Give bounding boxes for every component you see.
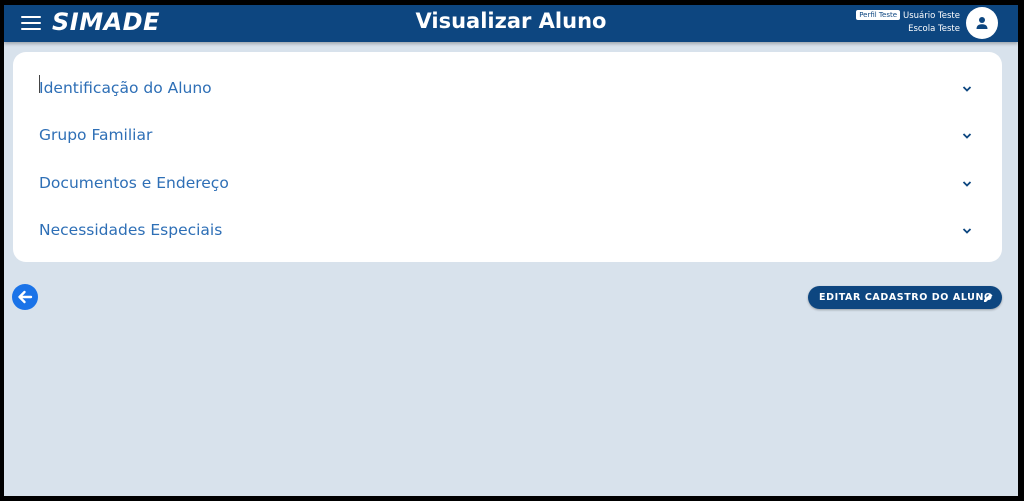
user-name: Usuário Teste [903,11,960,21]
accordion-documentos-endereco[interactable]: Documentos e Endereço [13,164,1002,204]
avatar-button[interactable] [966,7,998,39]
accordion-label: Grupo Familiar [39,126,153,144]
school-name: Escola Teste [908,24,960,34]
chevron-down-icon [962,228,972,234]
accordion-grupo-familiar[interactable]: Grupo Familiar [13,116,1002,156]
accordion-label: Documentos e Endereço [39,174,229,192]
chevron-down-icon [962,181,972,187]
chevron-down-icon [962,86,972,92]
arrow-left-icon [18,290,33,304]
person-icon [976,17,988,29]
pencil-icon [984,293,993,302]
hamburger-menu-icon[interactable] [21,15,41,31]
accordion-identificacao[interactable]: Identificação do Aluno [13,69,1002,109]
edit-student-label: EDITAR CADASTRO DO ALUNO [819,292,993,303]
top-app-bar: SIMADE Visualizar Aluno Perfil Teste Usuá… [4,5,1018,42]
back-button[interactable] [12,284,38,310]
student-details-card: Identificação do Aluno Grupo Familiar Do… [13,52,1002,262]
chevron-down-icon [962,133,972,139]
accordion-label: Identificação do Aluno [39,79,212,97]
accordion-necessidades-especiais[interactable]: Necessidades Especiais [13,211,1002,251]
profile-badge: Perfil Teste [856,10,901,20]
accordion-label: Necessidades Especiais [39,221,223,239]
edit-student-button[interactable]: EDITAR CADASTRO DO ALUNO [808,286,1002,309]
app-window: SIMADE Visualizar Aluno Perfil Teste Usuá… [4,5,1018,496]
app-logo: SIMADE [52,8,160,36]
user-info: Perfil Teste Usuário Teste Escola Teste [856,10,960,36]
